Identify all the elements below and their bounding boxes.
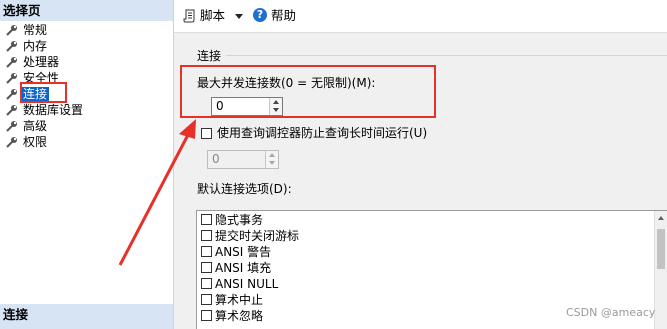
page-item-general[interactable]: 常规	[0, 22, 173, 38]
page-item-label: 权限	[23, 135, 48, 149]
option-label: ANSI 填充	[215, 261, 272, 275]
highlight-box-connections	[20, 82, 67, 103]
default-options-label: 默认连接选项(D):	[197, 182, 292, 196]
option-checkbox[interactable]	[201, 262, 212, 273]
script-icon	[183, 9, 195, 23]
page-item-label: 处理器	[23, 55, 60, 69]
wrench-icon	[6, 89, 17, 100]
option-label: ANSI NULL	[215, 277, 279, 291]
spinner-arrows	[265, 151, 278, 168]
option-label: 算术忽略	[215, 309, 264, 323]
connection-settings-pane: 脚本 ? 帮助 连接 最大并发连接数(0 = 无限制)(M): 0 使用查询调控…	[174, 0, 667, 329]
wrench-icon	[6, 105, 17, 116]
query-governor-spinner: 0	[207, 150, 279, 169]
page-item-label: 高级	[23, 119, 48, 133]
page-item-database-settings[interactable]: 数据库设置	[0, 102, 173, 118]
option-label: 提交时关闭游标	[215, 229, 300, 243]
page-item-label: 常规	[23, 23, 48, 37]
connection-section-footer: 连接	[0, 304, 173, 329]
query-governor-value: 0	[212, 152, 220, 166]
script-button[interactable]: 脚本	[183, 7, 225, 25]
option-checkbox[interactable]	[201, 230, 212, 241]
toolbar: 脚本 ? 帮助	[174, 0, 667, 33]
wrench-icon	[6, 73, 17, 84]
select-page-pane: 选择页 常规 内存 处理器 安全性 连接 数据库设置 高级 权限 连接	[0, 0, 173, 329]
wrench-icon	[6, 137, 17, 148]
connection-group-title: 连接	[197, 49, 222, 63]
query-governor-label[interactable]: 使用查询调控器防止查询长时间运行(U)	[217, 124, 427, 141]
page-item-label: 内存	[23, 39, 48, 53]
chevron-down-icon[interactable]	[235, 14, 243, 19]
option-label: 算术中止	[215, 293, 264, 307]
wrench-icon	[6, 41, 17, 52]
option-checkbox[interactable]	[201, 246, 212, 257]
wrench-icon	[6, 57, 17, 68]
script-label: 脚本	[200, 8, 226, 23]
option-checkbox[interactable]	[201, 294, 212, 305]
help-icon: ?	[253, 8, 267, 22]
page-item-label: 数据库设置	[23, 103, 84, 117]
option-checkbox[interactable]	[201, 214, 212, 225]
page-item-permissions[interactable]: 权限	[0, 134, 173, 150]
help-button[interactable]: ? 帮助	[253, 7, 296, 25]
wrench-icon	[6, 25, 17, 36]
page-item-processor[interactable]: 处理器	[0, 54, 173, 70]
group-divider	[226, 55, 667, 56]
select-page-header: 选择页	[0, 0, 173, 21]
chevron-up-icon	[269, 153, 275, 157]
help-label: 帮助	[271, 8, 297, 23]
chevron-down-icon	[269, 161, 275, 165]
watermark: CSDN @ameacy	[566, 306, 656, 319]
page-item-memory[interactable]: 内存	[0, 38, 173, 54]
wrench-icon	[6, 121, 17, 132]
scroll-thumb[interactable]	[657, 229, 665, 269]
list-scrollbar[interactable]	[654, 211, 667, 329]
option-label: 隐式事务	[215, 213, 264, 227]
chevron-up-icon[interactable]	[658, 216, 664, 220]
option-label: ANSI 警告	[215, 245, 272, 259]
page-item-advanced[interactable]: 高级	[0, 118, 173, 134]
option-checkbox[interactable]	[201, 310, 212, 321]
highlight-box-max-connections	[180, 65, 436, 118]
option-checkbox[interactable]	[201, 278, 212, 289]
query-governor-checkbox[interactable]	[201, 128, 212, 139]
